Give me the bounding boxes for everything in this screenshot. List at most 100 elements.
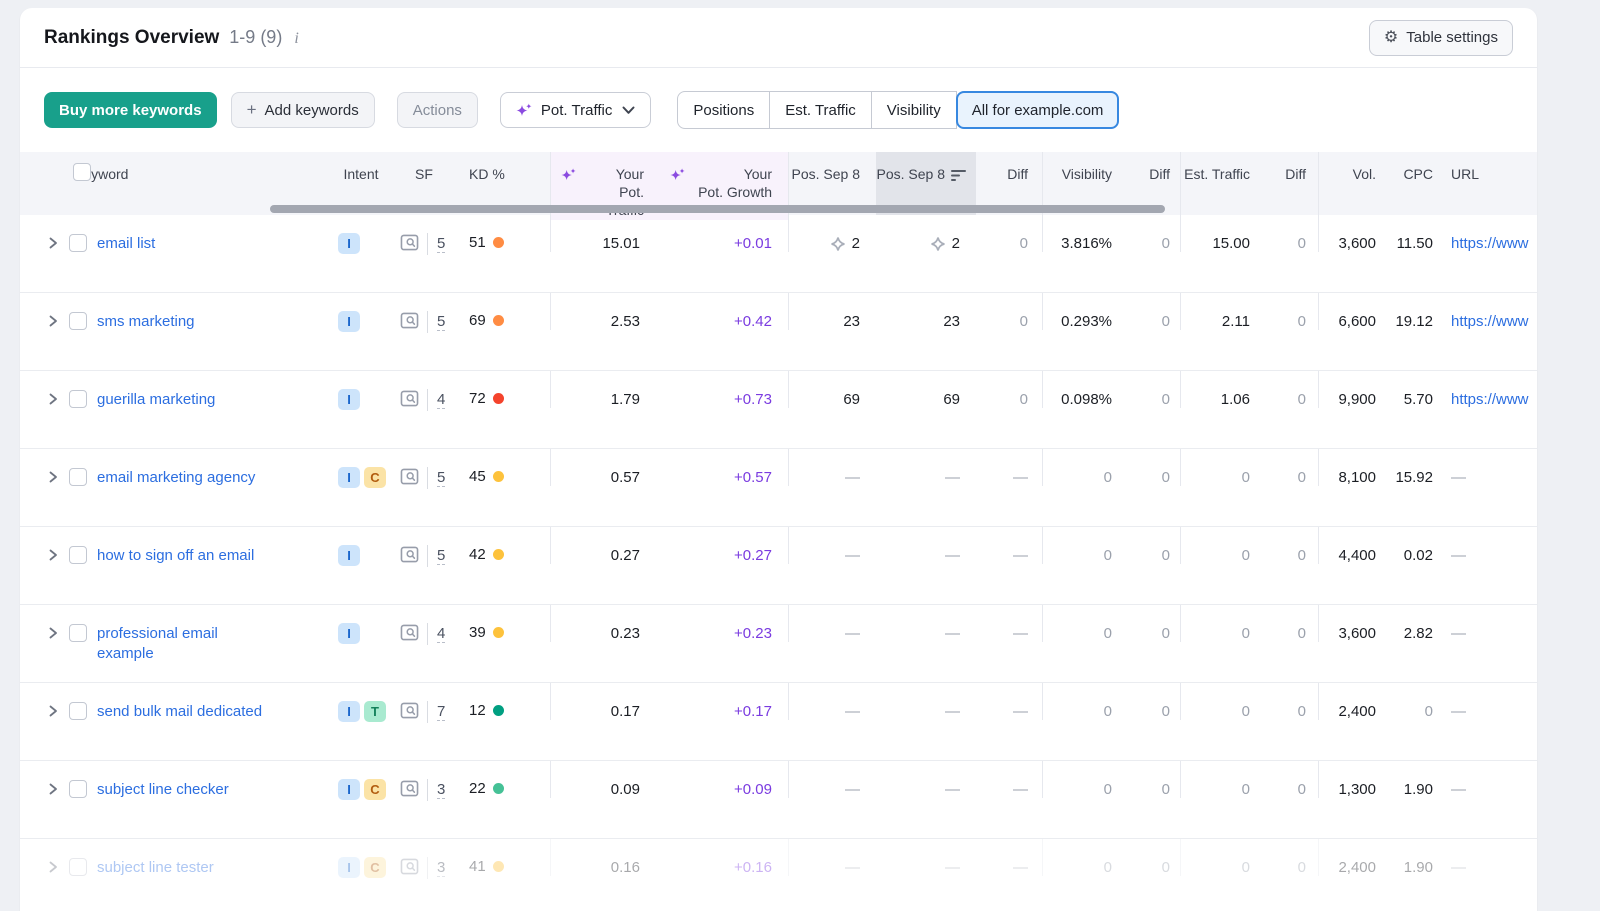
intent-badge-I: I (338, 857, 360, 878)
expand-chevron-icon[interactable] (46, 236, 60, 250)
keyword-link[interactable]: subject line checker (97, 780, 229, 800)
expand-chevron-icon[interactable] (46, 548, 60, 562)
url-link[interactable]: https://www (1451, 235, 1529, 252)
keyword-cell: subject line checker (20, 761, 330, 800)
est-traffic-cell: 0 (1180, 839, 1264, 876)
url-link[interactable]: https://www (1451, 313, 1529, 330)
sf-count-link[interactable]: 5 (437, 469, 445, 487)
sf-count-link[interactable]: 3 (437, 781, 445, 799)
expand-chevron-icon[interactable] (46, 704, 60, 718)
row-checkbox[interactable] (69, 702, 87, 720)
table-row: sms marketing I 5 69 2.53 +0.42 23 23 (20, 293, 1537, 371)
expand-chevron-icon[interactable] (46, 782, 60, 796)
horizontal-scrollbar[interactable] (270, 205, 1165, 213)
keyword-link[interactable]: professional email example (97, 624, 277, 665)
url-link[interactable]: — (1451, 703, 1466, 720)
url-cell: https://www (1441, 371, 1537, 408)
keyword-cell: guerilla marketing (20, 371, 330, 410)
keyword-link[interactable]: email marketing agency (97, 468, 255, 488)
url-link[interactable]: — (1451, 469, 1466, 486)
header-volume[interactable]: Vol. (1318, 152, 1386, 220)
tab-est-traffic[interactable]: Est. Traffic (769, 91, 872, 129)
row-checkbox[interactable] (69, 624, 87, 642)
header-est-traffic-diff[interactable]: Diff (1264, 152, 1318, 220)
pot-growth-cell: +0.23 (660, 605, 788, 642)
sf-count-link[interactable]: 4 (437, 391, 445, 409)
serp-features-icon (400, 780, 419, 801)
visibility-cell: 0.293% (1042, 293, 1120, 330)
row-checkbox[interactable] (69, 468, 87, 486)
sf-count-link[interactable]: 7 (437, 703, 445, 721)
tab-visibility[interactable]: Visibility (871, 91, 957, 129)
expand-chevron-icon[interactable] (46, 860, 60, 874)
expand-chevron-icon[interactable] (46, 470, 60, 484)
table-row: professional email example I 4 39 0.23 +… (20, 605, 1537, 683)
kd-dot (493, 237, 504, 248)
intent-badge-I: I (338, 389, 360, 410)
keyword-link[interactable]: email list (97, 234, 155, 254)
info-icon[interactable]: i (292, 30, 298, 48)
header-url[interactable]: URL (1441, 152, 1537, 220)
metric-selector-dropdown[interactable]: Pot. Traffic (500, 92, 651, 128)
sf-cell: 5 (392, 527, 456, 567)
intent-badges: IC (330, 761, 392, 800)
cpc-cell: 11.50 (1386, 215, 1441, 252)
visibility-diff-cell: 0 (1120, 761, 1180, 798)
est-traffic-diff-cell: 0 (1264, 761, 1318, 798)
keyword-link[interactable]: how to sign off an email (97, 546, 254, 566)
tab-positions[interactable]: Positions (677, 91, 770, 129)
expand-chevron-icon[interactable] (46, 314, 60, 328)
pot-traffic-cell: 0.09 (550, 761, 660, 798)
sf-count-link[interactable]: 5 (437, 547, 445, 565)
keyword-cell: how to sign off an email (20, 527, 330, 566)
row-checkbox[interactable] (69, 780, 87, 798)
table-settings-button[interactable]: ⚙ Table settings (1369, 20, 1513, 56)
intent-badges: I (330, 605, 392, 644)
url-link[interactable]: — (1451, 781, 1466, 798)
url-link[interactable]: — (1451, 547, 1466, 564)
intent-badge-C: C (364, 467, 386, 488)
est-traffic-cell: 15.00 (1180, 215, 1264, 252)
expand-chevron-icon[interactable] (46, 626, 60, 640)
ai-sparkle-icon (516, 102, 533, 119)
serp-features-icon (400, 702, 419, 723)
pot-growth-cell: +0.73 (660, 371, 788, 408)
keyword-link[interactable]: guerilla marketing (97, 390, 215, 410)
cpc-cell: 1.90 (1386, 839, 1441, 876)
row-checkbox[interactable] (69, 234, 87, 252)
url-link[interactable]: — (1451, 625, 1466, 642)
row-checkbox[interactable] (69, 858, 87, 876)
tab-all-for-domain[interactable]: All for example.com (956, 91, 1120, 129)
intent-badge-C: C (364, 779, 386, 800)
rankings-overview-card: Rankings Overview 1-9 (9) i ⚙ Table sett… (20, 8, 1537, 911)
sf-count-link[interactable]: 5 (437, 235, 445, 253)
keyword-link[interactable]: subject line tester (97, 858, 214, 878)
buy-more-keywords-button[interactable]: Buy more keywords (44, 92, 217, 128)
intent-badge-T: T (364, 701, 386, 722)
actions-button[interactable]: Actions (397, 92, 478, 128)
keyword-link[interactable]: sms marketing (97, 312, 195, 332)
volume-cell: 1,300 (1318, 761, 1386, 798)
keyword-link[interactable]: send bulk mail dedicated (97, 702, 262, 722)
header-est-traffic[interactable]: Est. Traffic (1180, 152, 1264, 220)
add-keywords-button[interactable]: + Add keywords (231, 92, 375, 128)
kd-cell: 69 (456, 293, 550, 329)
header-cpc[interactable]: CPC (1386, 152, 1441, 220)
row-checkbox[interactable] (69, 546, 87, 564)
page-title: Rankings Overview (44, 27, 219, 49)
row-checkbox[interactable] (69, 312, 87, 330)
sf-count-link[interactable]: 4 (437, 625, 445, 643)
url-link[interactable]: https://www (1451, 391, 1529, 408)
sf-count-link[interactable]: 3 (437, 859, 445, 877)
sf-count-link[interactable]: 5 (437, 313, 445, 331)
divider (427, 857, 428, 879)
est-traffic-diff-cell: 0 (1264, 605, 1318, 642)
url-link[interactable]: — (1451, 859, 1466, 876)
intent-badge-I: I (338, 467, 360, 488)
expand-chevron-icon[interactable] (46, 392, 60, 406)
titlebar: Rankings Overview 1-9 (9) i ⚙ Table sett… (20, 8, 1537, 68)
row-checkbox[interactable] (69, 390, 87, 408)
volume-cell: 3,600 (1318, 215, 1386, 252)
select-all-checkbox[interactable] (73, 163, 91, 181)
pot-traffic-cell: 15.01 (550, 215, 660, 252)
